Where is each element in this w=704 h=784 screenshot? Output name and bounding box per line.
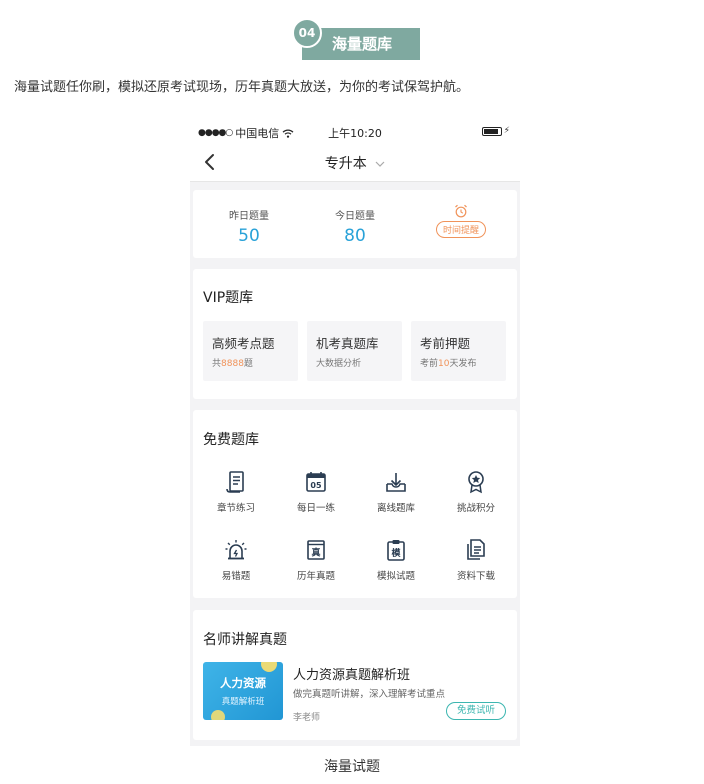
today-stat: 今日题量 80 [305,190,405,246]
grid-item-error-prone[interactable]: 易错题 [196,538,276,582]
exam-type-selector[interactable]: 专升本 [190,153,520,173]
section-title: 海量题库 [331,35,392,53]
vip-title: VIP题库 [203,290,254,306]
thumb-subtitle: 真题解析班 [221,697,265,707]
alarm-clock-icon [455,204,467,218]
course-title[interactable]: 人力资源真题解析班 [293,664,410,683]
free-title: 免费题库 [203,432,259,448]
download-icon [386,473,406,492]
section-number: 04 [292,18,322,48]
vip-tile-subtitle: 共8888题 [212,359,253,369]
today-label: 今日题量 [335,211,375,222]
free-trial-button[interactable]: 免费试听 [446,702,506,720]
vip-tile-subtitle: 考前10天发布 [420,359,477,369]
nav-title-text: 专升本 [324,156,367,172]
grid-label: 每日一练 [296,503,335,514]
documents-icon [467,539,485,560]
clipboard-char: 模 [391,547,401,559]
grid-item-offline-bank[interactable]: 离线题库 [356,470,436,514]
calendar-day: 05 [310,481,322,490]
thumb-title: 人力资源 [220,676,266,690]
thumb-decoration [261,662,277,672]
yesterday-value: 50 [238,226,260,246]
status-time: 上午10:20 [328,127,382,140]
vip-tile-pre-exam[interactable]: 考前押题 考前10天发布 [411,321,506,381]
grid-label: 易错题 [221,571,251,582]
alarm-light-icon [225,540,247,560]
grid-label: 离线题库 [376,503,415,514]
today-value: 80 [344,226,366,246]
thumb-decoration [211,710,225,720]
grid-item-mock-exam[interactable]: 模 模拟试题 [356,538,436,582]
scroll-icon [226,471,244,493]
paper-char: 真 [311,547,320,559]
charging-icon: ⚡ [503,126,510,136]
phone-screen: ●●●●○ 中国电信 上午10:20 ⚡ 专升本 昨日题量 50 今日题量 80… [190,120,520,746]
nav-bar: 专升本 [190,142,520,182]
grid-label: 挑战积分 [456,503,495,514]
grid-label: 模拟试题 [376,571,415,582]
vip-tile-machine-exam[interactable]: 机考真题库 大数据分析 [307,321,402,381]
time-reminder[interactable]: 时间提醒 [411,190,511,238]
grid-item-challenge-points[interactable]: 挑战积分 [436,470,516,514]
vip-tile-title: 高频考点题 [212,336,275,351]
grid-label: 历年真题 [296,571,335,582]
course-thumbnail[interactable]: 人力资源 真题解析班 [203,662,283,720]
stats-card: 昨日题量 50 今日题量 80 时间提醒 [193,190,517,258]
reminder-button[interactable]: 时间提醒 [435,221,486,238]
vip-bank-card: VIP题库 高频考点题 共8888题 机考真题库 大数据分析 考前押题 考前10… [193,269,517,399]
vip-tile-subtitle: 大数据分析 [316,359,362,369]
course-description: 做完真题听讲解，深入理解考试重点 [293,689,446,700]
vip-tile-title: 考前押题 [420,336,471,351]
grid-label: 资料下载 [456,571,495,582]
medal-icon [468,471,484,494]
battery-icon [481,126,502,136]
course-teacher: 李老师 [293,713,321,723]
intro-text: 海量试题任你刷，模拟还原考试现场，历年真题大放送，为你的考试保驾护航。 [14,80,470,95]
chevron-down-icon [375,161,385,167]
grid-item-past-papers[interactable]: 真 历年真题 [276,538,356,582]
vip-tile-high-frequency[interactable]: 高频考点题 共8888题 [203,321,298,381]
exam-paper-icon: 真 [307,540,325,560]
free-bank-card: 免费题库 章节练习 05 每日一练 离线题库 挑战积分 易错题 真 历年真题 模… [193,410,517,598]
vip-tile-title: 机考真题库 [316,336,379,351]
grid-item-chapter-practice[interactable]: 章节练习 [196,470,276,514]
grid-item-daily-practice[interactable]: 05 每日一练 [276,470,356,514]
grid-item-materials-download[interactable]: 资料下载 [436,538,516,582]
yesterday-stat: 昨日题量 50 [199,190,299,246]
section-badge: 海量题库 04 [292,16,420,62]
image-caption: 海量试题 [324,759,380,775]
yesterday-label: 昨日题量 [229,211,269,222]
clipboard-icon: 模 [387,540,405,561]
grid-label: 章节练习 [216,503,255,514]
teacher-title: 名师讲解真题 [203,632,287,648]
calendar-icon: 05 [306,472,326,492]
status-bar: ●●●●○ 中国电信 上午10:20 ⚡ [190,120,520,142]
teacher-card: 名师讲解真题 人力资源 真题解析班 人力资源真题解析班 做完真题听讲解，深入理解… [193,610,517,740]
